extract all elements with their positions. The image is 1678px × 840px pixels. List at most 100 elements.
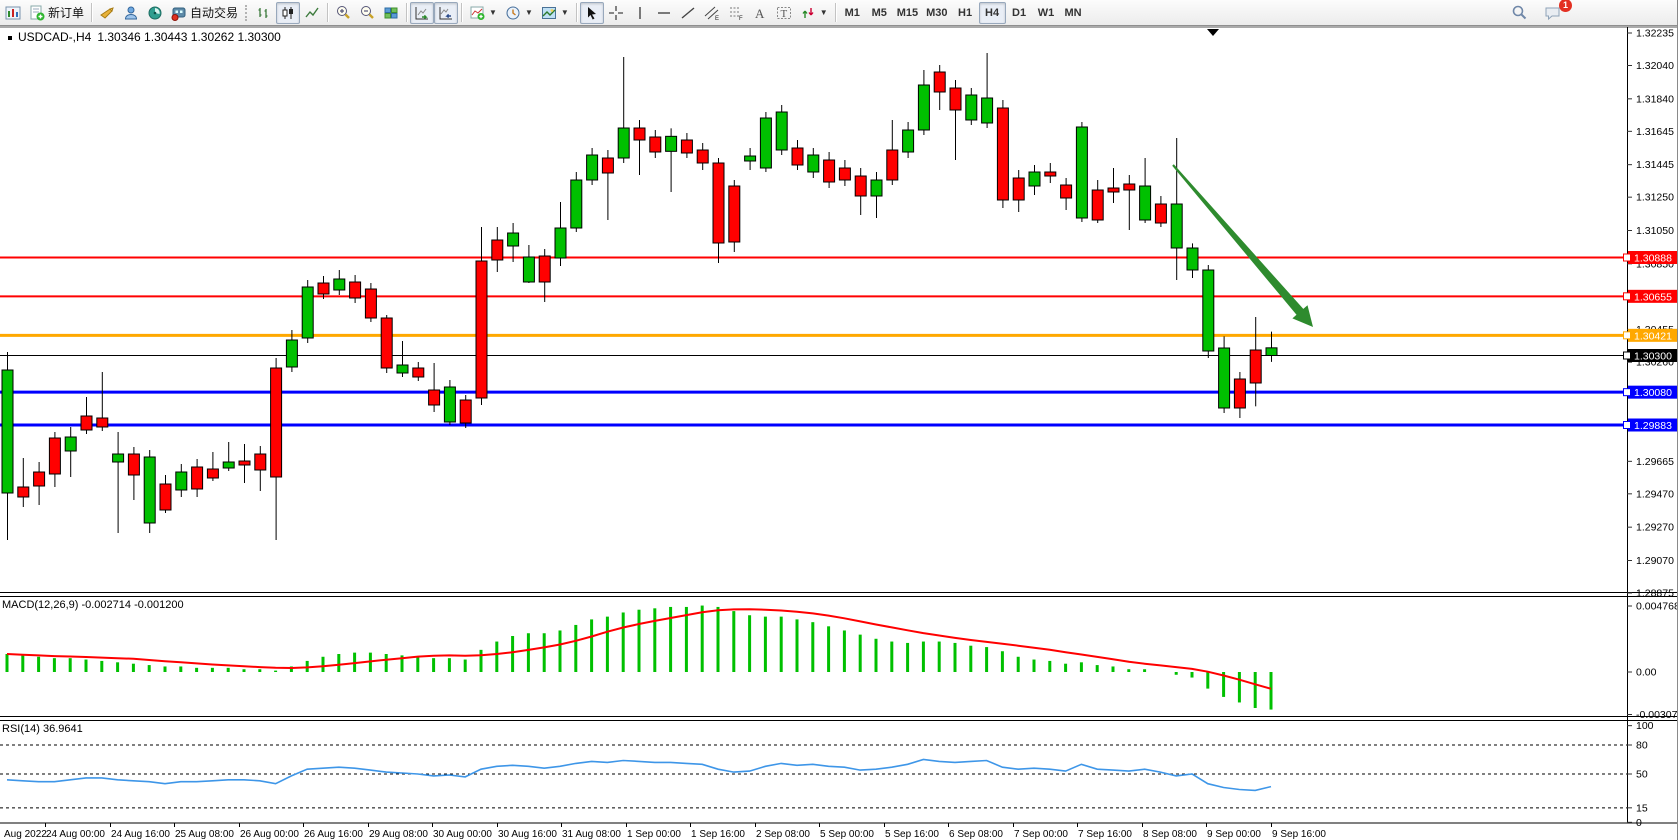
candle-body xyxy=(81,416,92,430)
candlestick-button[interactable] xyxy=(276,2,300,24)
search-button[interactable] xyxy=(1507,2,1532,24)
candle-body xyxy=(128,454,139,475)
tile-windows-button[interactable] xyxy=(379,2,403,24)
price-tag: 1.30080 xyxy=(1624,386,1678,400)
macd-bar xyxy=(179,666,182,672)
cursor-button[interactable] xyxy=(580,2,604,24)
time-tick-label: 24 Aug 16:00 xyxy=(111,829,170,840)
macd-bar xyxy=(574,625,577,672)
timeframe-W1[interactable]: W1 xyxy=(1033,2,1060,24)
candle-body xyxy=(760,118,771,168)
fibonacci-button[interactable]: F xyxy=(724,2,748,24)
macd-bar xyxy=(559,630,562,672)
indicator-tick-label: 0.00 xyxy=(1636,667,1657,679)
candle-body xyxy=(1171,204,1182,248)
zoom-out-icon xyxy=(359,5,375,21)
price-tick-label: 1.29070 xyxy=(1636,555,1674,567)
horizontal-line-button[interactable] xyxy=(652,2,676,24)
chart-shift-button[interactable] xyxy=(434,2,458,24)
channel-icon: E xyxy=(704,5,720,21)
timeframe-H4[interactable]: H4 xyxy=(979,2,1006,24)
price-tag-label: 1.30655 xyxy=(1634,291,1672,303)
zoom-in-button[interactable] xyxy=(331,2,355,24)
toolbar-grip xyxy=(245,5,249,21)
zoom-out-button[interactable] xyxy=(355,2,379,24)
app-icon xyxy=(1,2,25,24)
macd-bar xyxy=(985,647,988,672)
new-order-icon xyxy=(29,5,45,21)
candle-body xyxy=(239,461,250,465)
horizontal-lines[interactable] xyxy=(0,258,1627,426)
indicator-tick-label: 100 xyxy=(1636,720,1654,732)
new-order-button[interactable]: 新订单 xyxy=(25,2,88,24)
macd-bar xyxy=(85,660,88,672)
timeframe-M1[interactable]: M1 xyxy=(839,2,866,24)
auto-trading-button[interactable]: 自动交易 xyxy=(167,2,242,24)
timeframe-M15[interactable]: M15 xyxy=(893,2,922,24)
label-button[interactable]: T xyxy=(772,2,796,24)
toolbar-separator xyxy=(576,3,577,22)
indicator-tick-label: 0 xyxy=(1636,817,1642,829)
horizontal-line-icon xyxy=(656,5,672,21)
macd-bar xyxy=(1206,672,1209,689)
candle-body xyxy=(887,150,898,180)
toolbar-separator xyxy=(461,3,462,22)
toolbar-separator xyxy=(91,3,92,22)
candle-body xyxy=(350,282,361,298)
macd-bar xyxy=(1033,660,1036,672)
macd-bar xyxy=(811,622,814,672)
template-button[interactable]: ▼ xyxy=(537,2,573,24)
trend-arrow[interactable] xyxy=(1172,164,1313,327)
line-chart-button[interactable] xyxy=(300,2,324,24)
auto-scroll-button[interactable] xyxy=(410,2,434,24)
price-axis[interactable]: 1.322351.320401.318401.316451.314451.312… xyxy=(1624,28,1678,829)
profile-button[interactable] xyxy=(119,2,143,24)
timeframe-M5[interactable]: M5 xyxy=(866,2,893,24)
bar-chart-button[interactable] xyxy=(252,2,276,24)
macd-bar xyxy=(69,658,72,672)
candle-body xyxy=(1092,190,1103,220)
vertical-line-button[interactable] xyxy=(628,2,652,24)
time-axis[interactable]: Aug 202224 Aug 00:0024 Aug 16:0025 Aug 0… xyxy=(4,823,1326,840)
chart-canvas[interactable]: 1.322351.320401.318401.316451.314451.312… xyxy=(0,0,1678,840)
time-tick-label: 8 Sep 08:00 xyxy=(1143,829,1197,840)
price-tick-label: 1.29470 xyxy=(1636,488,1674,500)
notifications-button[interactable]: 1 xyxy=(1540,2,1566,24)
toolbar: 新订单 自动交易 xyxy=(0,0,1678,26)
candle-body xyxy=(65,437,76,451)
radar-button[interactable] xyxy=(143,2,167,24)
arrows-button[interactable]: ▼ xyxy=(796,2,832,24)
timeframe-H1[interactable]: H1 xyxy=(952,2,979,24)
candle-body xyxy=(571,180,582,228)
candle-body xyxy=(997,108,1008,200)
text-button[interactable]: A xyxy=(748,2,772,24)
megaphone-icon xyxy=(99,5,115,21)
time-tick-label: 25 Aug 08:00 xyxy=(175,829,234,840)
megaphone-button[interactable] xyxy=(95,2,119,24)
bar-chart-icon xyxy=(256,5,272,21)
timeframe-D1[interactable]: D1 xyxy=(1006,2,1033,24)
candle-body xyxy=(508,233,519,246)
candle-body xyxy=(1250,350,1261,383)
candle-body xyxy=(1108,188,1119,192)
macd-bar xyxy=(748,615,751,672)
periods-button[interactable]: ▼ xyxy=(501,2,537,24)
price-tick-label: 1.28875 xyxy=(1636,588,1674,600)
candle-body xyxy=(1013,178,1024,200)
channel-button[interactable]: E xyxy=(700,2,724,24)
macd-bar xyxy=(969,646,972,672)
candle-body xyxy=(34,472,45,486)
periods-icon xyxy=(505,5,521,21)
trendline-button[interactable] xyxy=(676,2,700,24)
indicators-button[interactable]: ▼ xyxy=(465,2,501,24)
price-tick-label: 1.29665 xyxy=(1636,456,1674,468)
candle-body xyxy=(792,148,803,165)
chevron-down-icon: ▼ xyxy=(820,8,828,17)
macd-bar xyxy=(243,669,246,672)
time-tick-label: 9 Sep 00:00 xyxy=(1207,829,1261,840)
timeframe-MN[interactable]: MN xyxy=(1060,2,1087,24)
time-tick-label: 5 Sep 00:00 xyxy=(820,829,874,840)
timeframe-M30[interactable]: M30 xyxy=(922,2,951,24)
crosshair-button[interactable] xyxy=(604,2,628,24)
candle-body xyxy=(666,136,677,151)
